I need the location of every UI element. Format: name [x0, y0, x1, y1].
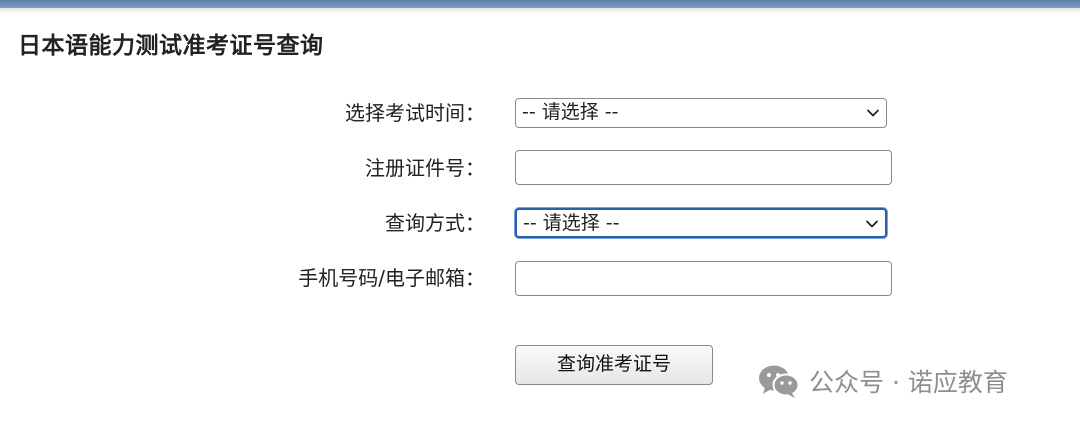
page-title: 日本语能力测试准考证号查询	[18, 33, 324, 59]
chevron-down-icon	[866, 220, 878, 228]
chevron-down-icon	[867, 109, 879, 117]
query-method-selected-value: -- 请选择 --	[523, 212, 620, 234]
contact-label: 手机号码/电子邮箱：	[298, 266, 485, 290]
watermark-text: 公众号 · 诺应教育	[809, 368, 1008, 397]
watermark: 公众号 · 诺应教育	[757, 362, 1008, 400]
top-bar-shadow	[0, 8, 1080, 14]
top-bar	[0, 0, 1080, 8]
query-method-select[interactable]: -- 请选择 --	[515, 208, 887, 238]
exam-time-select[interactable]: -- 请选择 --	[515, 98, 887, 128]
registration-id-label: 注册证件号：	[365, 156, 485, 180]
registration-id-input[interactable]	[515, 150, 892, 185]
exam-time-label: 选择考试时间：	[345, 101, 485, 125]
contact-input[interactable]	[515, 261, 892, 296]
query-method-label: 查询方式：	[385, 211, 485, 235]
query-admission-number-button[interactable]: 查询准考证号	[515, 345, 713, 385]
wechat-icon	[759, 365, 800, 398]
exam-time-selected-value: -- 请选择 --	[522, 101, 619, 123]
